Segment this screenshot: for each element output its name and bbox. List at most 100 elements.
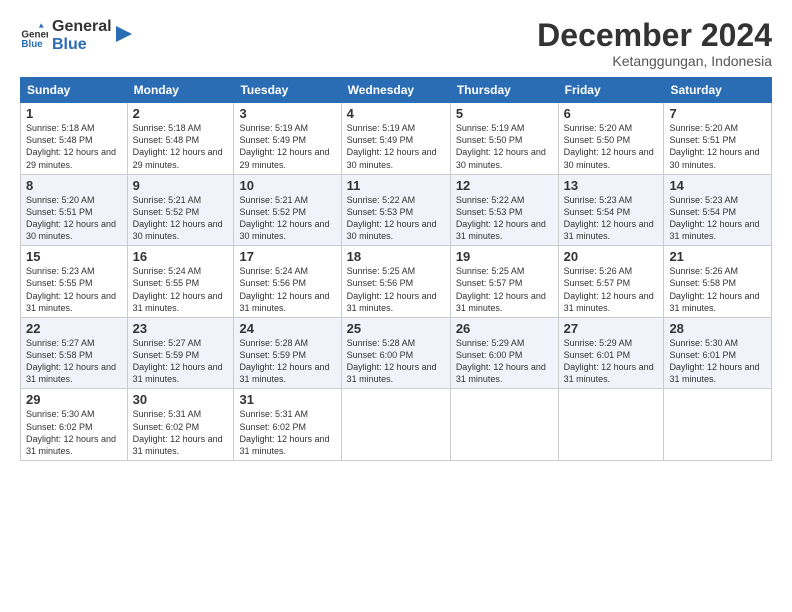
cell-info: Sunrise: 5:23 AMSunset: 5:54 PMDaylight:…	[669, 195, 759, 241]
table-row: 24 Sunrise: 5:28 AMSunset: 5:59 PMDaylig…	[234, 317, 341, 389]
logo: General Blue General Blue	[20, 18, 132, 53]
day-number: 28	[669, 321, 766, 336]
cell-info: Sunrise: 5:21 AMSunset: 5:52 PMDaylight:…	[133, 195, 223, 241]
cell-info: Sunrise: 5:20 AMSunset: 5:50 PMDaylight:…	[564, 123, 654, 169]
table-row: 18 Sunrise: 5:25 AMSunset: 5:56 PMDaylig…	[341, 246, 450, 318]
cell-info: Sunrise: 5:26 AMSunset: 5:57 PMDaylight:…	[564, 266, 654, 312]
cell-info: Sunrise: 5:31 AMSunset: 6:02 PMDaylight:…	[239, 409, 329, 455]
col-friday: Friday	[558, 78, 664, 103]
main-title: December 2024	[537, 18, 772, 53]
table-row: 4 Sunrise: 5:19 AMSunset: 5:49 PMDayligh…	[341, 103, 450, 175]
table-row: 25 Sunrise: 5:28 AMSunset: 6:00 PMDaylig…	[341, 317, 450, 389]
cell-info: Sunrise: 5:28 AMSunset: 6:00 PMDaylight:…	[347, 338, 437, 384]
cell-info: Sunrise: 5:24 AMSunset: 5:55 PMDaylight:…	[133, 266, 223, 312]
table-row: 5 Sunrise: 5:19 AMSunset: 5:50 PMDayligh…	[450, 103, 558, 175]
table-row: 28 Sunrise: 5:30 AMSunset: 6:01 PMDaylig…	[664, 317, 772, 389]
table-row: 19 Sunrise: 5:25 AMSunset: 5:57 PMDaylig…	[450, 246, 558, 318]
logo-text: General Blue	[52, 18, 112, 53]
day-number: 31	[239, 392, 335, 407]
day-number: 9	[133, 178, 229, 193]
day-number: 4	[347, 106, 445, 121]
calendar-table: Sunday Monday Tuesday Wednesday Thursday…	[20, 77, 772, 461]
day-number: 30	[133, 392, 229, 407]
page: General Blue General Blue December 2024 …	[0, 0, 792, 612]
day-number: 12	[456, 178, 553, 193]
table-row: 8 Sunrise: 5:20 AMSunset: 5:51 PMDayligh…	[21, 174, 128, 246]
table-row: 13 Sunrise: 5:23 AMSunset: 5:54 PMDaylig…	[558, 174, 664, 246]
table-row: 12 Sunrise: 5:22 AMSunset: 5:53 PMDaylig…	[450, 174, 558, 246]
col-sunday: Sunday	[21, 78, 128, 103]
day-number: 29	[26, 392, 122, 407]
table-row: 3 Sunrise: 5:19 AMSunset: 5:49 PMDayligh…	[234, 103, 341, 175]
table-row: 15 Sunrise: 5:23 AMSunset: 5:55 PMDaylig…	[21, 246, 128, 318]
cell-info: Sunrise: 5:22 AMSunset: 5:53 PMDaylight:…	[347, 195, 437, 241]
cell-info: Sunrise: 5:18 AMSunset: 5:48 PMDaylight:…	[26, 123, 116, 169]
table-row: 7 Sunrise: 5:20 AMSunset: 5:51 PMDayligh…	[664, 103, 772, 175]
table-row: 6 Sunrise: 5:20 AMSunset: 5:50 PMDayligh…	[558, 103, 664, 175]
col-thursday: Thursday	[450, 78, 558, 103]
table-row: 11 Sunrise: 5:22 AMSunset: 5:53 PMDaylig…	[341, 174, 450, 246]
day-number: 5	[456, 106, 553, 121]
cell-info: Sunrise: 5:21 AMSunset: 5:52 PMDaylight:…	[239, 195, 329, 241]
day-number: 1	[26, 106, 122, 121]
table-row: 27 Sunrise: 5:29 AMSunset: 6:01 PMDaylig…	[558, 317, 664, 389]
table-row: 23 Sunrise: 5:27 AMSunset: 5:59 PMDaylig…	[127, 317, 234, 389]
cell-info: Sunrise: 5:19 AMSunset: 5:49 PMDaylight:…	[347, 123, 437, 169]
day-number: 6	[564, 106, 659, 121]
col-saturday: Saturday	[664, 78, 772, 103]
cell-info: Sunrise: 5:23 AMSunset: 5:54 PMDaylight:…	[564, 195, 654, 241]
cell-info: Sunrise: 5:31 AMSunset: 6:02 PMDaylight:…	[133, 409, 223, 455]
logo-general-text: General	[52, 18, 112, 36]
table-row: 16 Sunrise: 5:24 AMSunset: 5:55 PMDaylig…	[127, 246, 234, 318]
cell-info: Sunrise: 5:18 AMSunset: 5:48 PMDaylight:…	[133, 123, 223, 169]
logo-icon: General Blue	[20, 22, 48, 50]
day-number: 7	[669, 106, 766, 121]
cell-info: Sunrise: 5:26 AMSunset: 5:58 PMDaylight:…	[669, 266, 759, 312]
table-row	[664, 389, 772, 461]
day-number: 20	[564, 249, 659, 264]
table-row: 9 Sunrise: 5:21 AMSunset: 5:52 PMDayligh…	[127, 174, 234, 246]
day-number: 24	[239, 321, 335, 336]
col-monday: Monday	[127, 78, 234, 103]
cell-info: Sunrise: 5:30 AMSunset: 6:02 PMDaylight:…	[26, 409, 116, 455]
cell-info: Sunrise: 5:25 AMSunset: 5:57 PMDaylight:…	[456, 266, 546, 312]
table-row	[341, 389, 450, 461]
cell-info: Sunrise: 5:23 AMSunset: 5:55 PMDaylight:…	[26, 266, 116, 312]
day-number: 18	[347, 249, 445, 264]
day-number: 26	[456, 321, 553, 336]
logo-triangle	[116, 26, 132, 46]
header-row: Sunday Monday Tuesday Wednesday Thursday…	[21, 78, 772, 103]
day-number: 15	[26, 249, 122, 264]
title-section: December 2024 Ketanggungan, Indonesia	[537, 18, 772, 69]
day-number: 19	[456, 249, 553, 264]
cell-info: Sunrise: 5:20 AMSunset: 5:51 PMDaylight:…	[669, 123, 759, 169]
day-number: 13	[564, 178, 659, 193]
cell-info: Sunrise: 5:30 AMSunset: 6:01 PMDaylight:…	[669, 338, 759, 384]
table-row: 10 Sunrise: 5:21 AMSunset: 5:52 PMDaylig…	[234, 174, 341, 246]
svg-text:Blue: Blue	[21, 39, 43, 50]
day-number: 10	[239, 178, 335, 193]
cell-info: Sunrise: 5:25 AMSunset: 5:56 PMDaylight:…	[347, 266, 437, 312]
day-number: 27	[564, 321, 659, 336]
cell-info: Sunrise: 5:27 AMSunset: 5:59 PMDaylight:…	[133, 338, 223, 384]
subtitle: Ketanggungan, Indonesia	[537, 53, 772, 69]
day-number: 23	[133, 321, 229, 336]
table-row: 14 Sunrise: 5:23 AMSunset: 5:54 PMDaylig…	[664, 174, 772, 246]
table-row: 2 Sunrise: 5:18 AMSunset: 5:48 PMDayligh…	[127, 103, 234, 175]
logo-blue-text: Blue	[52, 36, 112, 54]
cell-info: Sunrise: 5:19 AMSunset: 5:49 PMDaylight:…	[239, 123, 329, 169]
table-row: 31 Sunrise: 5:31 AMSunset: 6:02 PMDaylig…	[234, 389, 341, 461]
day-number: 21	[669, 249, 766, 264]
header: General Blue General Blue December 2024 …	[20, 18, 772, 69]
table-row: 30 Sunrise: 5:31 AMSunset: 6:02 PMDaylig…	[127, 389, 234, 461]
day-number: 17	[239, 249, 335, 264]
table-row	[450, 389, 558, 461]
cell-info: Sunrise: 5:22 AMSunset: 5:53 PMDaylight:…	[456, 195, 546, 241]
cell-info: Sunrise: 5:19 AMSunset: 5:50 PMDaylight:…	[456, 123, 546, 169]
table-row: 22 Sunrise: 5:27 AMSunset: 5:58 PMDaylig…	[21, 317, 128, 389]
table-row: 20 Sunrise: 5:26 AMSunset: 5:57 PMDaylig…	[558, 246, 664, 318]
day-number: 25	[347, 321, 445, 336]
day-number: 11	[347, 178, 445, 193]
col-tuesday: Tuesday	[234, 78, 341, 103]
day-number: 14	[669, 178, 766, 193]
